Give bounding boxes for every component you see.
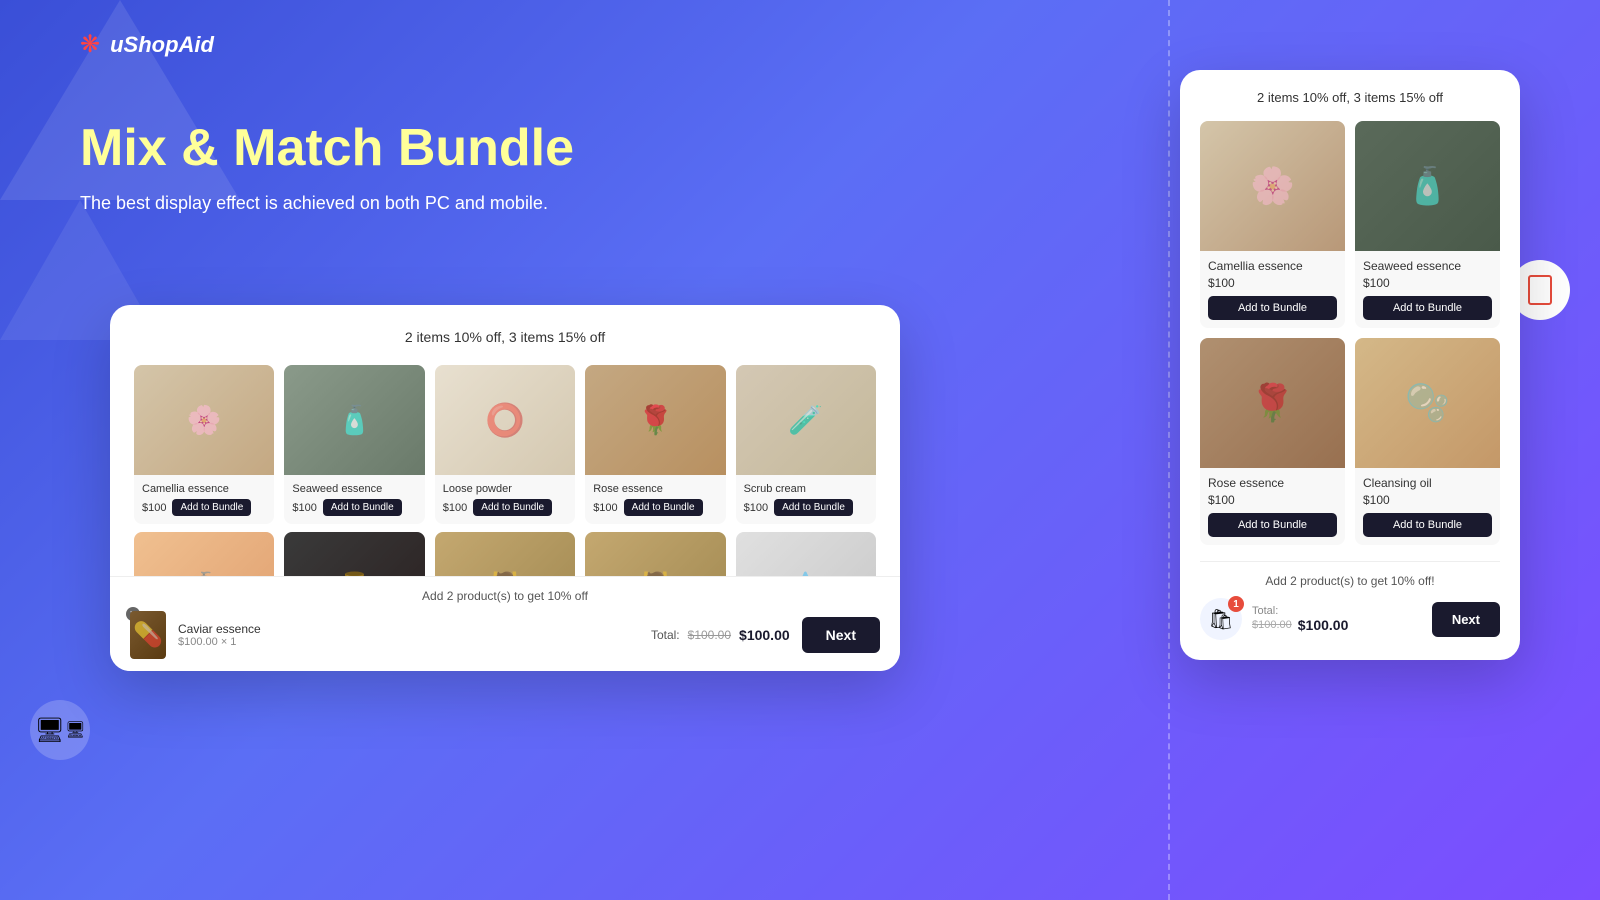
pc-cart-row: ✕ Caviar essence $100.00 × 1 Total: $100… [130,611,880,659]
pc-add-btn-5[interactable]: Add to Bundle [774,499,853,516]
pc-product-img-3 [435,365,575,475]
pc-cart-item-qty: × 1 [221,636,237,648]
pc-cart-item-name: Caviar essence [178,622,639,636]
logo-text: uShopAid [110,32,214,58]
pc-product-card-4: Rose essence $100 Add to Bundle [585,365,725,524]
mobile-product-price-1: $100 [1208,276,1337,290]
hero-title: Mix & Match Bundle [80,120,574,177]
pc-product-img-1 [134,365,274,475]
pc-product-grid-row1: Camellia essence $100 Add to Bundle Seaw… [134,365,876,524]
mobile-product-name-4: Cleansing oil [1363,476,1492,490]
mobile-total-info: Total: $100.00 $100.00 [1252,605,1422,633]
pc-cart-item-thumb-container: ✕ [130,611,166,659]
pc-product-price-3: $100 [443,502,467,514]
pc-bottom-bar: Add 2 product(s) to get 10% off ✕ Caviar… [110,576,900,671]
shopping-bag-icon: 🛍 [1208,607,1233,632]
phone-icon [1528,275,1552,305]
mobile-prices: $100.00 $100.00 [1252,617,1422,633]
pc-product-card-3: Loose powder $100 Add to Bundle [435,365,575,524]
pc-add-btn-1[interactable]: Add to Bundle [172,499,251,516]
pc-product-price-5: $100 [744,502,768,514]
mobile-widget: 2 items 10% off, 3 items 15% off Camelli… [1180,70,1520,660]
pc-product-img-5 [736,365,876,475]
pc-cart-thumb [130,611,166,659]
pc-product-name-4: Rose essence [593,483,717,495]
mobile-product-img-1 [1200,121,1345,251]
mobile-product-card-3: Rose essence $100 Add to Bundle [1200,338,1345,545]
mobile-add-btn-3[interactable]: Add to Bundle [1208,513,1337,537]
mobile-product-info-4: Cleansing oil $100 Add to Bundle [1355,468,1500,545]
pc-product-img-2 [284,365,424,475]
pc-product-card-5: Scrub cream $100 Add to Bundle [736,365,876,524]
pc-cart-item-price: $100.00 [178,636,218,648]
mobile-next-button[interactable]: Next [1432,602,1500,637]
mobile-add-message: Add 2 product(s) to get 10% off! [1200,574,1500,588]
mobile-cart-badge: 1 [1228,596,1244,612]
pc-add-message: Add 2 product(s) to get 10% off [130,589,880,603]
pc-product-name-5: Scrub cream [744,483,868,495]
pc-product-price-4: $100 [593,502,617,514]
mobile-product-info-1: Camellia essence $100 Add to Bundle [1200,251,1345,328]
pc-total-label: Total: [651,628,680,642]
pc-cart-item-info: Caviar essence $100.00 × 1 [178,622,639,648]
mobile-product-price-2: $100 [1363,276,1492,290]
pc-product-price-2: $100 [292,502,316,514]
pc-add-btn-2[interactable]: Add to Bundle [323,499,402,516]
mobile-product-img-4 [1355,338,1500,468]
mobile-product-name-3: Rose essence [1208,476,1337,490]
mobile-product-price-4: $100 [1363,493,1492,507]
pc-total-section: Total: $100.00 $100.00 [651,627,790,643]
pc-cart-item-detail: $100.00 × 1 [178,636,639,648]
mobile-product-card-1: Camellia essence $100 Add to Bundle [1200,121,1345,328]
mobile-total-new: $100.00 [1298,617,1349,633]
pc-discount-label: 2 items 10% off, 3 items 15% off [134,329,876,345]
mobile-product-info-3: Rose essence $100 Add to Bundle [1200,468,1345,545]
mobile-bottom-bar: Add 2 product(s) to get 10% off! 🛍 1 Tot… [1200,561,1500,640]
pc-product-img-4 [585,365,725,475]
mobile-product-grid: Camellia essence $100 Add to Bundle Seaw… [1200,121,1500,545]
hero-section: Mix & Match Bundle The best display effe… [80,120,574,214]
mobile-add-btn-1[interactable]: Add to Bundle [1208,296,1337,320]
pc-add-btn-3[interactable]: Add to Bundle [473,499,552,516]
mobile-total-old: $100.00 [1252,619,1292,631]
mobile-product-img-2 [1355,121,1500,251]
mobile-add-btn-2[interactable]: Add to Bundle [1363,296,1492,320]
mobile-cart-row: 🛍 1 Total: $100.00 $100.00 Next [1200,598,1500,640]
logo-icon: ❋ [80,30,100,59]
pc-widget: 2 items 10% off, 3 items 15% off Camelli… [110,305,900,671]
mobile-product-card-4: Cleansing oil $100 Add to Bundle [1355,338,1500,545]
pc-product-price-1: $100 [142,502,166,514]
pc-total-old: $100.00 [688,628,731,642]
mobile-product-name-2: Seaweed essence [1363,259,1492,273]
pc-product-name-1: Camellia essence [142,483,266,495]
mobile-product-info-2: Seaweed essence $100 Add to Bundle [1355,251,1500,328]
mobile-total-label: Total: [1252,605,1422,617]
pc-product-card-1: Camellia essence $100 Add to Bundle [134,365,274,524]
pc-add-btn-4[interactable]: Add to Bundle [624,499,703,516]
monitor-icon: 🖥 [65,720,85,740]
pc-product-card-2: Seaweed essence $100 Add to Bundle [284,365,424,524]
mobile-product-price-3: $100 [1208,493,1337,507]
pc-total-new: $100.00 [739,627,790,643]
mobile-product-card-2: Seaweed essence $100 Add to Bundle [1355,121,1500,328]
header: ❋ uShopAid [80,30,214,59]
mobile-product-name-1: Camellia essence [1208,259,1337,273]
hero-subtitle: The best display effect is achieved on b… [80,193,574,214]
desktop-device-icon: 🖥 [30,700,90,760]
pc-next-button[interactable]: Next [802,617,880,653]
mobile-add-btn-4[interactable]: Add to Bundle [1363,513,1492,537]
pc-product-name-2: Seaweed essence [292,483,416,495]
mobile-cart-icon-container: 🛍 1 [1200,598,1242,640]
mobile-product-img-3 [1200,338,1345,468]
pc-product-name-3: Loose powder [443,483,567,495]
mobile-discount-label: 2 items 10% off, 3 items 15% off [1200,90,1500,105]
